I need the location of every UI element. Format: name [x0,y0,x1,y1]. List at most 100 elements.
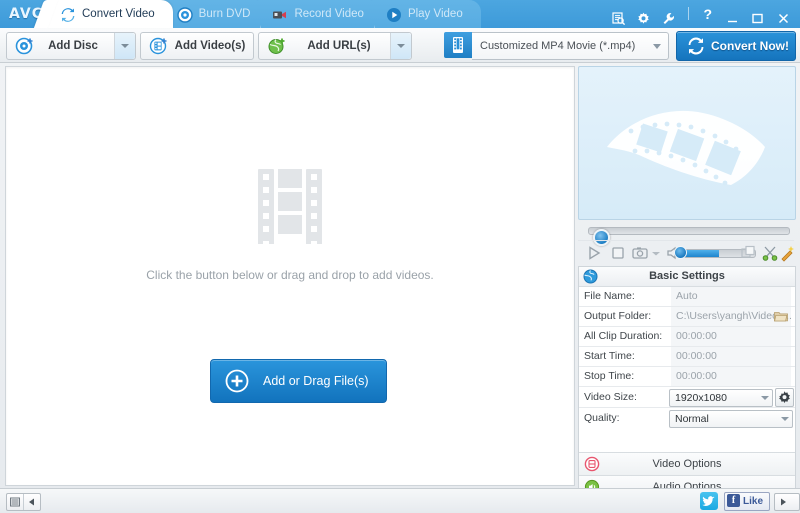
close-icon[interactable] [772,0,794,28]
title-tab-bar: AVC Convert Video [0,0,800,29]
preview-pane[interactable] [578,66,796,220]
filmstrip-placeholder-icon [250,240,330,252]
facebook-like-label: Like [743,493,763,510]
convert-now-button[interactable]: Convert Now! [676,31,796,61]
row-label: Stop Time: [584,367,634,386]
output-folder-value[interactable]: C:\Users\yangh\Videos... [671,307,791,326]
globe-icon [583,269,598,284]
toolbar-separator [688,7,689,20]
browse-folder-icon[interactable] [769,310,788,322]
settings-row-quality: Quality: Normal [579,408,795,428]
video-options-section[interactable]: Video Options [579,453,795,476]
video-size-combobox[interactable]: 1920x1080 [669,389,773,407]
player-controls [578,240,794,265]
volume-thumb[interactable] [674,246,687,259]
log-icon[interactable] [608,0,630,28]
window-controls: ? [608,0,794,28]
add-url-dropdown[interactable] [390,33,411,59]
disc-plus-icon [15,36,35,56]
add-or-drag-files-label: Add or Drag File(s) [263,360,369,402]
empty-state: Click the button below or drag and drop … [6,163,574,282]
file-name-value[interactable]: Auto [671,287,791,306]
chevron-down-icon[interactable] [761,396,769,400]
tab-convert-video[interactable]: Convert Video [48,0,173,28]
list-view-toggle[interactable] [6,493,41,511]
row-label: Quality: [584,408,620,428]
settings-row-file-name: File Name: Auto [579,287,795,307]
add-url-label: Add URL(s) [291,33,387,59]
quality-combobox[interactable]: Normal [669,410,793,428]
video-size-settings-gear-icon[interactable] [775,388,794,407]
add-disc-label: Add Disc [33,33,113,59]
main-toolbar: Add Disc Add Video(s) [0,28,800,63]
settings-row-output-folder: Output Folder: C:\Users\yangh\Videos... [579,307,795,327]
settings-spacer [579,428,795,453]
convert-icon [60,6,76,22]
settings-row-stop-time: Stop Time: 00:00:00 [579,367,795,387]
refresh-icon [687,37,705,55]
expand-right-icon[interactable] [775,494,791,510]
minimize-icon[interactable] [722,0,744,28]
row-label: Output Folder: [584,307,651,326]
profile-value: Customized MP4 Movie (*.mp4) [480,33,635,59]
stop-time-value[interactable]: 00:00:00 [671,367,791,386]
stop-button[interactable] [608,243,628,263]
add-video-button[interactable]: Add Video(s) [140,32,254,60]
effects-magic-wand-icon[interactable] [778,243,798,263]
facebook-like-button[interactable]: f Like [724,492,770,511]
plus-circle-icon [225,369,249,393]
seek-track[interactable] [588,227,790,235]
video-list-area[interactable]: Click the button below or drag and drop … [5,66,575,486]
play-button[interactable] [584,243,604,263]
empty-state-text: Click the button below or drag and drop … [6,268,574,282]
add-url-button[interactable]: Add URL(s) [258,32,412,60]
start-time-value[interactable]: 00:00:00 [671,347,791,366]
play-circle-icon [386,6,402,22]
trim-scissors-icon[interactable] [760,243,780,263]
chevron-down-icon[interactable] [648,33,666,59]
add-or-drag-files-button[interactable]: Add or Drag File(s) [210,359,387,403]
facebook-icon: f [727,494,740,507]
tab-label: Record Video [294,8,363,20]
row-label: Video Size: [584,387,637,407]
settings-row-start-time: Start Time: 00:00:00 [579,347,795,367]
add-video-label: Add Video(s) [171,33,249,59]
video-size-value: 1920x1080 [675,390,727,406]
settings-row-clip-duration: All Clip Duration: 00:00:00 [579,327,795,347]
status-bar: f Like [0,488,800,513]
globe-plus-icon [267,36,287,56]
maximize-icon[interactable] [747,0,769,28]
profile-combobox[interactable]: Customized MP4 Movie (*.mp4) [472,32,669,60]
right-panel: Basic Settings File Name: Auto Output Fo… [578,66,796,484]
merge-clone-icon[interactable] [738,243,758,263]
seek-slider[interactable] [578,222,796,238]
list-view-icon[interactable] [7,494,23,510]
add-disc-button[interactable]: Add Disc [6,32,136,60]
help-icon[interactable]: ? [697,0,719,28]
tab-play-video[interactable]: Play Video [374,0,481,28]
snapshot-camera-icon[interactable] [630,243,650,263]
camcorder-icon [272,6,288,22]
film-plus-icon [149,36,169,56]
snapshot-dropdown[interactable] [650,243,662,263]
disc-icon [177,6,193,22]
video-options-icon [584,456,600,472]
clip-duration-value[interactable]: 00:00:00 [671,327,791,346]
chevron-down-icon[interactable] [781,417,789,421]
settings-gear-icon[interactable] [633,0,655,28]
row-label: Start Time: [584,347,635,366]
basic-settings-header[interactable]: Basic Settings [579,267,795,287]
add-disc-dropdown[interactable] [114,33,135,59]
twitter-icon[interactable] [700,492,718,510]
collapse-left-icon[interactable] [23,494,40,510]
row-label: All Clip Duration: [584,327,662,346]
panel-view-toggle[interactable] [774,493,800,511]
row-label: File Name: [584,287,635,306]
tab-label: Play Video [408,8,463,20]
wrench-icon[interactable] [658,0,680,28]
convert-now-label: Convert Now! [711,32,789,60]
settings-row-video-size: Video Size: 1920x1080 [579,387,795,408]
volume-fill [683,250,719,257]
detail-view-icon[interactable] [775,510,792,511]
film-icon [444,32,472,58]
